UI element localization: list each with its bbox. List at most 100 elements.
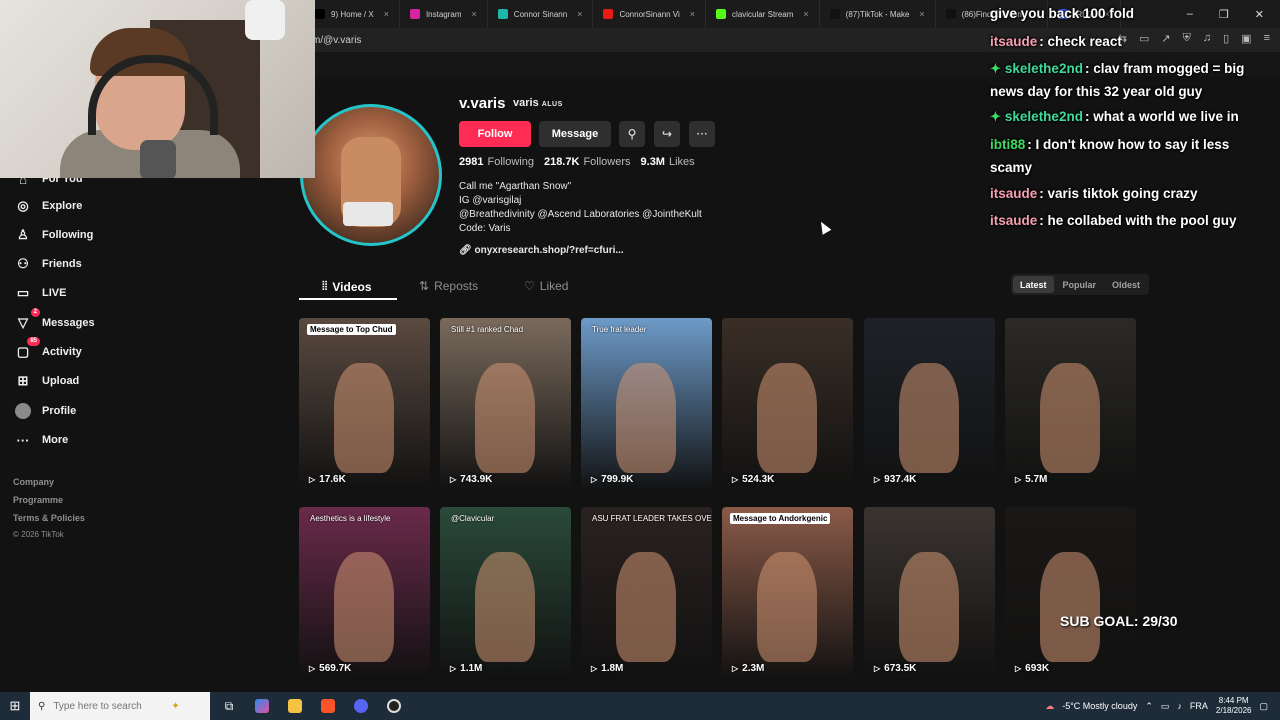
share-profile-button[interactable]: ↪ (654, 121, 680, 147)
taskbar-search[interactable]: ⚲ ✦ (30, 692, 210, 720)
profile-nickname: varis ALUS (513, 97, 563, 109)
play-icon: ▷ (450, 475, 457, 484)
footer-company-link[interactable]: Company (13, 477, 54, 487)
footer-copyright: © 2026 TikTok (13, 530, 64, 539)
url-text[interactable]: m/@v.varis (312, 35, 361, 46)
tab-videos[interactable]: ⦙⦙ Videos (322, 279, 372, 294)
video-caption: Message to Top Chud (307, 324, 396, 335)
sort-toggle: Latest Popular Oldest (1011, 274, 1150, 295)
video-caption: Still #1 ranked Chad (451, 325, 524, 334)
webcam-background-jar (245, 0, 285, 40)
friends-icon: ⚇ (17, 256, 29, 271)
browser-tab[interactable]: ConnorSinann Vi × (593, 0, 707, 28)
sidebar-item-upload[interactable]: ⊞ Upload (14, 372, 80, 390)
file-explorer-app[interactable] (281, 692, 309, 720)
close-tab-icon[interactable]: × (472, 9, 477, 19)
sidebar-item-activity[interactable]: ▢ 85 Activity (14, 337, 82, 361)
video-thumbnail[interactable]: ASU FRAT LEADER TAKES OVER USFA ▷1.8M (581, 507, 712, 680)
live-icon: ▭ (16, 285, 30, 300)
system-tray: ☁ -5°C Mostly cloudy ⌃ ▭ ♪ FRA 8:44 PM 2… (1045, 692, 1280, 720)
video-thumbnail[interactable]: Aesthetics is a lifestyle ▷ 569.7K (299, 507, 430, 680)
sidebar-item-friends[interactable]: ⚇ Friends (14, 255, 82, 273)
video-thumbnail[interactable]: Message to Top Chud ▷ 17.6K (299, 318, 430, 491)
browser-tab[interactable]: Instagram × (400, 0, 488, 28)
sidebar-item-label: Messages (42, 317, 95, 329)
profile-avatar-large[interactable] (300, 104, 442, 246)
video-thumbnail[interactable]: ▷ 937.4K (864, 318, 995, 491)
weather-text[interactable]: -5°C Mostly cloudy (1062, 701, 1137, 711)
sidebar-item-label: LIVE (42, 287, 67, 299)
tab-reposts[interactable]: ⇅ Reposts (419, 279, 478, 293)
sidebar-item-label: Explore (42, 200, 83, 212)
profile-link[interactable]: 🔗︎ onyxresearch.shop/?ref=cfuri... (459, 245, 624, 256)
following-stat[interactable]: 2981 Following (459, 156, 534, 168)
chat-username: itsaude (990, 213, 1038, 228)
video-thumbnail-figure (334, 363, 394, 473)
footer-programme-link[interactable]: Programme (13, 495, 63, 505)
sort-popular-button[interactable]: Popular (1056, 276, 1104, 293)
browser-tab[interactable]: (87)TikTok - Make × (820, 0, 936, 28)
sort-oldest-button[interactable]: Oldest (1105, 276, 1147, 293)
network-icon[interactable]: ▭ (1161, 701, 1170, 712)
message-button[interactable]: Message (539, 121, 611, 147)
brave-browser-app[interactable] (314, 692, 342, 720)
video-caption: Aesthetics is a lifestyle (310, 514, 391, 523)
close-tab-icon[interactable]: × (690, 9, 695, 19)
video-thumbnail[interactable]: @Clavicular ▷ 1.1M (440, 507, 571, 680)
play-icon: ▷ (591, 664, 598, 673)
profile-link-text[interactable]: onyxresearch.shop/?ref=cfuri... (474, 245, 623, 256)
footer-terms-link[interactable]: Terms & Policies (13, 513, 85, 523)
suggest-account-button[interactable]: ⚲ (619, 121, 645, 147)
browser-tab[interactable]: 9) Home / X × (305, 0, 400, 28)
discord-app[interactable] (347, 692, 375, 720)
taskbar-search-input[interactable] (53, 700, 164, 712)
followers-stat[interactable]: 218.7K Followers (544, 156, 631, 168)
taskbar-clock[interactable]: 8:44 PM 2/18/2026 (1216, 696, 1252, 716)
task-view-button[interactable]: ⧉ (215, 692, 243, 720)
close-tab-icon[interactable]: × (803, 9, 808, 19)
sidebar-item-live[interactable]: ▭ LIVE (14, 284, 67, 302)
video-thumbnail[interactable]: ▷ 673.5K (864, 507, 995, 680)
tab-favicon-icon (945, 9, 956, 19)
view-count-text: 1.8M (601, 663, 624, 674)
copilot-app[interactable] (248, 692, 276, 720)
volume-icon[interactable]: ♪ (1177, 701, 1182, 711)
follow-button[interactable]: Follow (459, 121, 531, 147)
bio-line: Call me "Agarthan Snow" (459, 181, 572, 192)
sidebar-item-messages[interactable]: ▽ 2 Messages (14, 308, 95, 332)
browser-tab[interactable]: Connor Sinann × (488, 0, 594, 28)
sidebar-item-profile[interactable]: Profile (14, 402, 76, 420)
play-icon: ▷ (309, 664, 316, 673)
clock-time: 8:44 PM (1218, 696, 1249, 705)
windows-start-button[interactable]: ⊞ (0, 692, 30, 720)
tray-overflow-icon[interactable]: ⌃ (1145, 701, 1153, 712)
sidebar-item-following[interactable]: ♙ Following (14, 226, 93, 244)
video-thumbnail[interactable]: True frat leader ▷ 799.9K (581, 318, 712, 491)
following-icon: ♙ (17, 227, 29, 242)
notification-icon[interactable]: ▢ (1259, 701, 1268, 712)
sidebar-item-explore[interactable]: ◎ Explore (14, 197, 82, 215)
video-thumbnail[interactable]: ▷ 5.7M (1005, 318, 1136, 491)
video-view-count: ▷ 693K (1015, 663, 1049, 674)
search-icon: ⚲ (38, 700, 46, 712)
tab-favicon-icon (716, 9, 727, 19)
sort-latest-button[interactable]: Latest (1013, 276, 1054, 293)
obs-app[interactable] (380, 692, 408, 720)
close-tab-icon[interactable]: × (384, 9, 389, 19)
tab-liked[interactable]: ♡ Liked (524, 279, 568, 293)
video-thumbnail[interactable]: ▷ 693K (1005, 507, 1136, 680)
sidebar-item-more[interactable]: ··· More (14, 431, 69, 449)
bio-line: @Breathedivinity @Ascend Laboratories @J… (459, 209, 702, 220)
video-thumbnail[interactable]: Still #1 ranked Chad ▷ 743.9K (440, 318, 571, 491)
browser-tab[interactable]: clavicular Stream × (706, 0, 820, 28)
video-thumbnail[interactable]: Message to Andorkgenic ▷ 2.3M (722, 507, 853, 680)
play-icon: ▷ (591, 475, 598, 484)
more-options-button[interactable]: ··· (689, 121, 715, 147)
video-caption: ASU FRAT LEADER TAKES OVER USFA (592, 514, 712, 523)
play-icon: ▷ (1015, 475, 1022, 484)
close-tab-icon[interactable]: × (919, 9, 924, 19)
video-thumbnail[interactable]: ▷ 524.3K (722, 318, 853, 491)
tab-videos-label: Videos (332, 279, 372, 294)
language-indicator[interactable]: FRA (1190, 701, 1208, 711)
close-tab-icon[interactable]: × (577, 9, 582, 19)
